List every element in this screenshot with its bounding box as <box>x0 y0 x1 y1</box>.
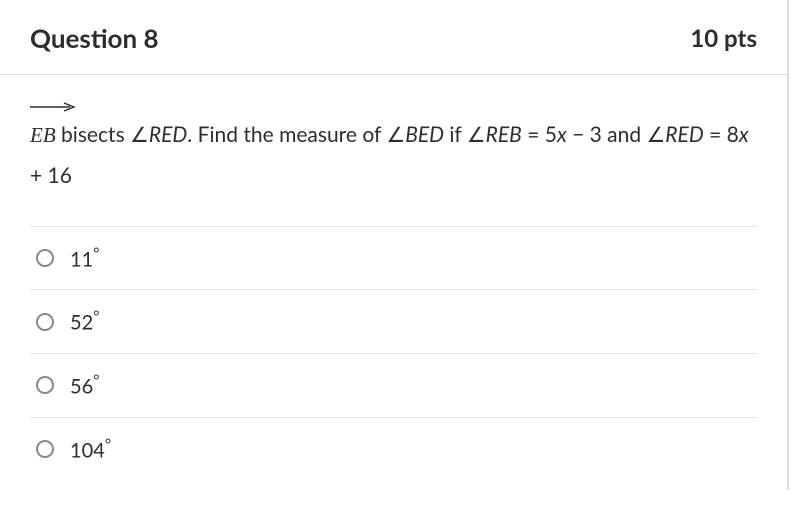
question-card: Question 8 10 pts EB bisects ∠RED. Find … <box>0 0 789 490</box>
radio-icon <box>36 376 54 394</box>
angle-label: BED <box>405 122 444 147</box>
option-11[interactable]: 11° <box>30 226 757 291</box>
angle-RED-2: ∠RED <box>646 122 703 147</box>
option-label: 52° <box>70 308 99 335</box>
option-label: 11° <box>70 245 99 272</box>
angle-label: RED <box>149 122 187 147</box>
angle-REB: ∠REB <box>467 122 522 147</box>
angle-BED: ∠BED <box>386 122 444 147</box>
angle-label: REB <box>486 122 522 147</box>
prompt-text: bisects <box>56 122 130 147</box>
option-104[interactable]: 104° <box>30 418 757 481</box>
option-52[interactable]: 52° <box>30 290 757 354</box>
radio-icon <box>36 313 54 331</box>
angle-label: RED <box>665 122 703 147</box>
radio-icon <box>36 440 54 458</box>
question-prompt: EB bisects ∠RED. Find the measure of ∠BE… <box>30 115 757 196</box>
angle-RED-1: ∠RED <box>130 122 187 147</box>
prompt-text: = 5x − 3 and <box>522 122 647 147</box>
question-header: Question 8 10 pts <box>0 0 787 75</box>
question-body: EB bisects ∠RED. Find the measure of ∠BE… <box>0 75 787 490</box>
ray-label: EB <box>30 123 56 147</box>
option-56[interactable]: 56° <box>30 354 757 418</box>
answer-options: 11° 52° 56° 104° <box>30 226 757 481</box>
option-label: 104° <box>70 436 111 463</box>
option-label: 56° <box>70 372 99 399</box>
question-title: Question 8 <box>30 22 159 54</box>
ray-arrow-icon <box>30 102 58 112</box>
prompt-text: . Find the measure of <box>187 122 386 147</box>
ray-EB: EB <box>30 116 56 156</box>
question-points: 10 pts <box>690 24 757 53</box>
radio-icon <box>36 249 54 267</box>
prompt-text: if <box>444 122 467 147</box>
